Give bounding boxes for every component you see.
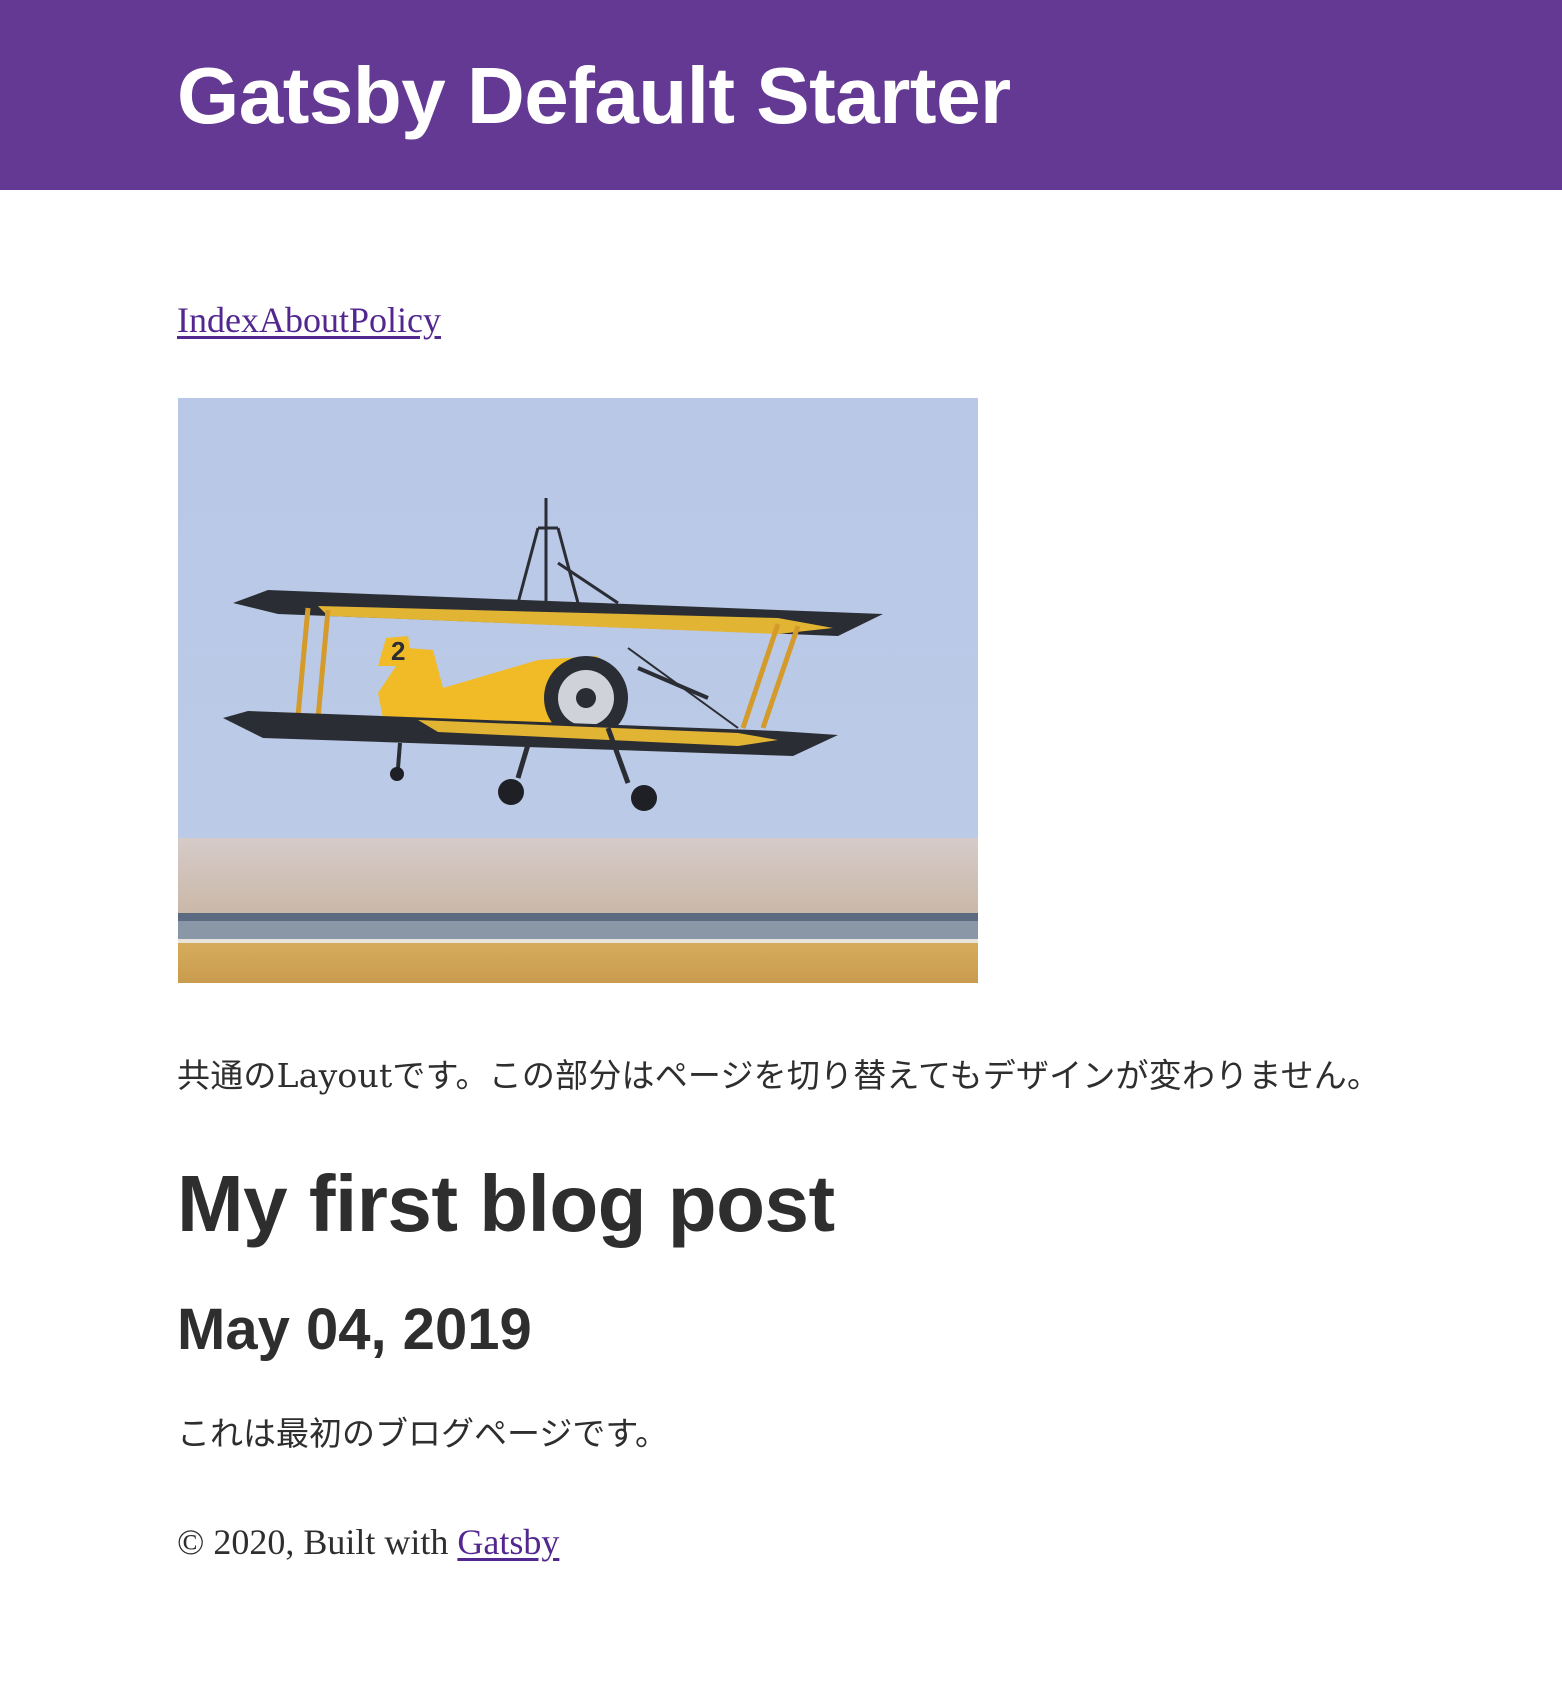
footer-gatsby-link[interactable]: Gatsby xyxy=(457,1522,559,1562)
nav-link-policy[interactable]: Policy xyxy=(349,296,441,344)
site-title-link[interactable]: Gatsby Default Starter xyxy=(177,48,1011,144)
nav-link-about[interactable]: About xyxy=(259,296,349,344)
svg-text:2: 2 xyxy=(391,636,405,666)
nav-link-index[interactable]: Index xyxy=(177,296,259,344)
site-header: Gatsby Default Starter xyxy=(0,0,1562,190)
post-date: May 04, 2019 xyxy=(177,1297,532,1362)
main-nav: Index About Policy xyxy=(177,296,441,344)
post-body: これは最初のブログページです。 xyxy=(177,1414,669,1453)
post-title: My first blog post xyxy=(177,1159,835,1248)
layout-note: 共通のLayoutです。この部分はページを切り替えてもデザインが変わりません。 xyxy=(177,1056,1381,1095)
hero-image: 2 xyxy=(178,398,978,983)
site-footer: © 2020, Built with Gatsby xyxy=(177,1518,559,1566)
biplane-photo: 2 xyxy=(178,398,978,983)
footer-copyright: © 2020, Built with xyxy=(177,1522,458,1562)
